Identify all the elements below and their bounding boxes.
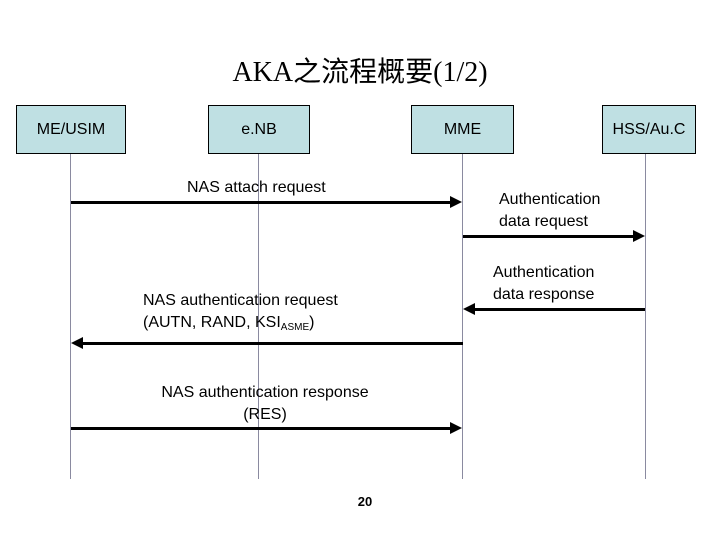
entity-label: MME [443, 120, 482, 138]
entity-label: ME/USIM [36, 120, 106, 138]
message-arrow-auth-data-request [463, 235, 635, 238]
message-label-nas-auth-response: NAS authentication response (RES) [140, 382, 390, 426]
message-arrow-nas-attach-request [71, 201, 451, 204]
slide-title: AKA之流程概要(1/2) [232, 57, 488, 88]
message-label-auth-data-request: Authentication data request [499, 189, 600, 233]
label-line: NAS authentication request [143, 292, 338, 309]
label-line: Authentication [493, 264, 595, 281]
arrowhead-right-icon [633, 230, 645, 242]
label-line: (AUTN, RAND, KSIASME) [143, 312, 338, 339]
arrowhead-left-icon [71, 337, 83, 349]
label-subscript: ASME [280, 322, 310, 333]
page-number: 20 [357, 494, 373, 509]
message-label-nas-auth-request: NAS authentication request (AUTN, RAND, … [143, 290, 338, 339]
message-arrow-auth-data-response [474, 308, 645, 311]
entity-enb: e.NB [208, 105, 310, 154]
label-line: NAS authentication response [161, 384, 369, 401]
label-line: data response [493, 286, 595, 303]
arrowhead-left-icon [463, 303, 475, 315]
message-label-auth-data-response: Authentication data response [493, 262, 594, 306]
label-line: data request [499, 213, 588, 230]
label-text: ) [309, 314, 315, 331]
message-arrow-nas-auth-request [82, 342, 463, 345]
entity-label: e.NB [241, 120, 277, 138]
entity-hss-auc: HSS/Au.C [602, 105, 696, 154]
entity-me-usim: ME/USIM [16, 105, 126, 154]
lifeline-hss-auc [645, 154, 646, 479]
lifeline-mme [462, 154, 463, 479]
label-text: (AUTN, RAND, KSI [143, 314, 281, 331]
message-arrow-nas-auth-response [71, 427, 451, 430]
label-line: (RES) [243, 406, 287, 423]
label-line: Authentication [499, 191, 601, 208]
arrowhead-right-icon [450, 196, 462, 208]
entity-label: HSS/Au.C [612, 120, 686, 138]
entity-mme: MME [411, 105, 514, 154]
arrowhead-right-icon [450, 422, 462, 434]
message-label-nas-attach-request: NAS attach request [187, 179, 326, 196]
